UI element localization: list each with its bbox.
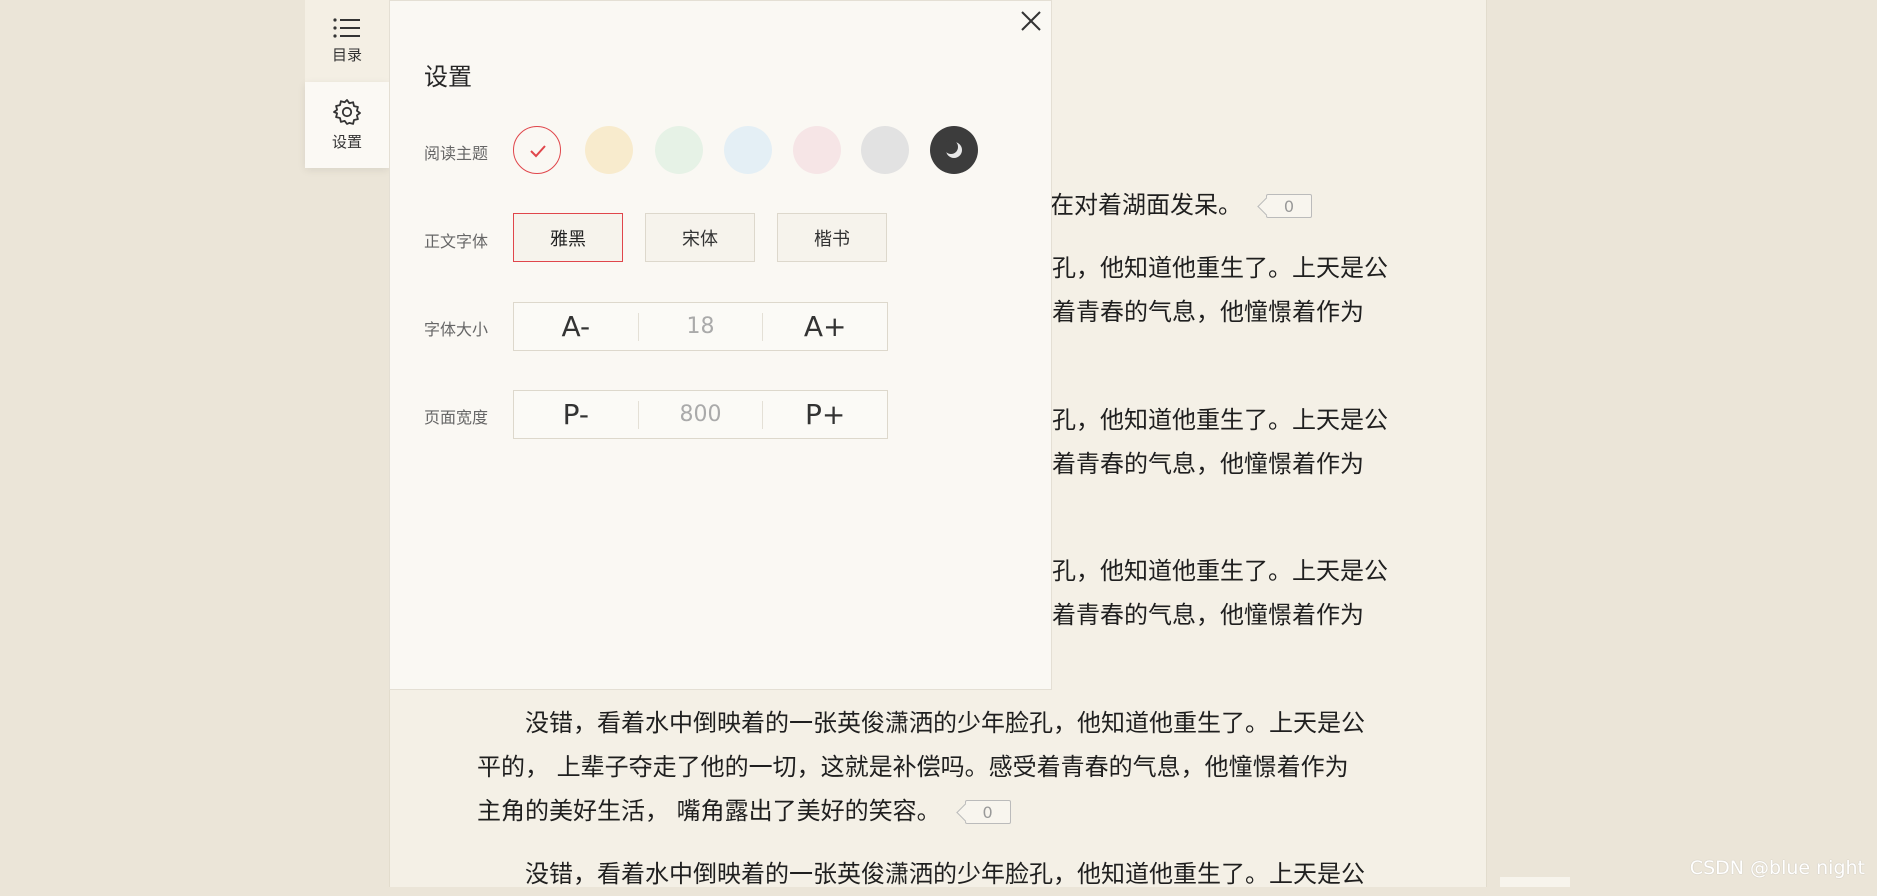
paragraph-line: 主角的美好生活， 嘴角露出了美好的笑容。 0 xyxy=(477,789,1397,833)
paragraph-line: 孔，他知道他重生了。上天是公 xyxy=(1052,557,1388,585)
font-size-value: 18 xyxy=(637,312,764,341)
settings-panel: 设置 阅读主题 正文字体 雅黑 宋体 楷书 字体大小 A- 18 A+ 页面宽度… xyxy=(389,0,1052,690)
theme-swatch-2[interactable] xyxy=(585,126,633,174)
paragraph: 在对着湖面发呆。 0 xyxy=(1050,183,1350,227)
theme-swatch-5[interactable] xyxy=(793,126,841,174)
page-width-stepper: P- 800 P+ xyxy=(513,390,888,439)
paragraph-line: 着青春的气息，他憧憬着作为 xyxy=(1052,601,1364,629)
paragraph-line: 在对着湖面发呆。 0 xyxy=(1050,183,1350,227)
font-option-kaishu[interactable]: 楷书 xyxy=(777,213,887,262)
font-size-stepper: A- 18 A+ xyxy=(513,302,888,351)
font-size-decrease-button[interactable]: A- xyxy=(514,310,638,343)
theme-label: 阅读主题 xyxy=(424,144,489,163)
paragraph-line: 孔，他知道他重生了。上天是公 xyxy=(1052,406,1388,434)
font-label: 正文字体 xyxy=(424,232,489,251)
close-icon[interactable] xyxy=(1017,7,1045,35)
paragraph-line: 着青春的气息，他憧憬着作为 xyxy=(1052,450,1364,478)
paragraph: 孔，他知道他重生了。上天是公 着青春的气息，他憧憬着作为 xyxy=(1052,549,1432,637)
font-size-increase-button[interactable]: A+ xyxy=(763,310,887,343)
page-width-increase-button[interactable]: P+ xyxy=(763,398,887,431)
paragraph: 孔，他知道他重生了。上天是公 着青春的气息，他憧憬着作为 xyxy=(1052,398,1432,486)
theme-swatch-3[interactable] xyxy=(655,126,703,174)
moon-icon xyxy=(944,140,962,158)
list-icon xyxy=(333,18,360,38)
gear-icon xyxy=(333,99,361,125)
paragraph-line: 平的， 上辈子夺走了他的一切，这就是补偿吗。感受着青春的气息，他憧憬着作为 xyxy=(477,753,1349,781)
paragraph-line: 着青春的气息，他憧憬着作为 xyxy=(1052,298,1364,326)
page-width-label: 页面宽度 xyxy=(424,408,489,427)
font-size-label: 字体大小 xyxy=(424,320,489,339)
watermark: CSDN @blue night xyxy=(1689,857,1865,879)
side-menu: 目录 设置 xyxy=(305,0,389,168)
paragraph-line: 孔，他知道他重生了。上天是公 xyxy=(1052,254,1388,282)
font-option-yahei[interactable]: 雅黑 xyxy=(513,213,623,262)
font-option-songti[interactable]: 宋体 xyxy=(645,213,755,262)
page-width-decrease-button[interactable]: P- xyxy=(514,398,638,431)
comment-count-badge[interactable]: 0 xyxy=(1266,194,1312,218)
comment-count-badge[interactable]: 0 xyxy=(964,800,1011,824)
theme-swatch-4[interactable] xyxy=(724,126,772,174)
sidebar-item-catalog[interactable]: 目录 xyxy=(305,0,389,82)
bottom-corner-block xyxy=(1500,877,1570,887)
paragraph: 没错，看着水中倒映着的一张英俊潇洒的少年脸孔，他知道他重生了。上天是公 xyxy=(477,852,1397,896)
paragraph: 没错，看着水中倒映着的一张英俊潇洒的少年脸孔，他知道他重生了。上天是公 平的， … xyxy=(477,701,1397,833)
sidebar-item-settings[interactable]: 设置 xyxy=(305,82,389,168)
paragraph: 孔，他知道他重生了。上天是公 着青春的气息，他憧憬着作为 xyxy=(1052,246,1432,334)
sidebar-item-label: 目录 xyxy=(331,46,362,64)
theme-swatch-1[interactable] xyxy=(513,126,561,174)
settings-title: 设置 xyxy=(424,63,472,91)
theme-swatch-7[interactable] xyxy=(930,126,978,174)
page-width-value: 800 xyxy=(637,400,764,429)
sidebar-item-label: 设置 xyxy=(331,133,362,151)
paragraph-line: 没错，看着水中倒映着的一张英俊潇洒的少年脸孔，他知道他重生了。上天是公 xyxy=(477,709,1365,737)
paragraph-line: 没错，看着水中倒映着的一张英俊潇洒的少年脸孔，他知道他重生了。上天是公 xyxy=(477,860,1365,888)
check-icon xyxy=(530,145,546,158)
theme-swatch-6[interactable] xyxy=(861,126,909,174)
